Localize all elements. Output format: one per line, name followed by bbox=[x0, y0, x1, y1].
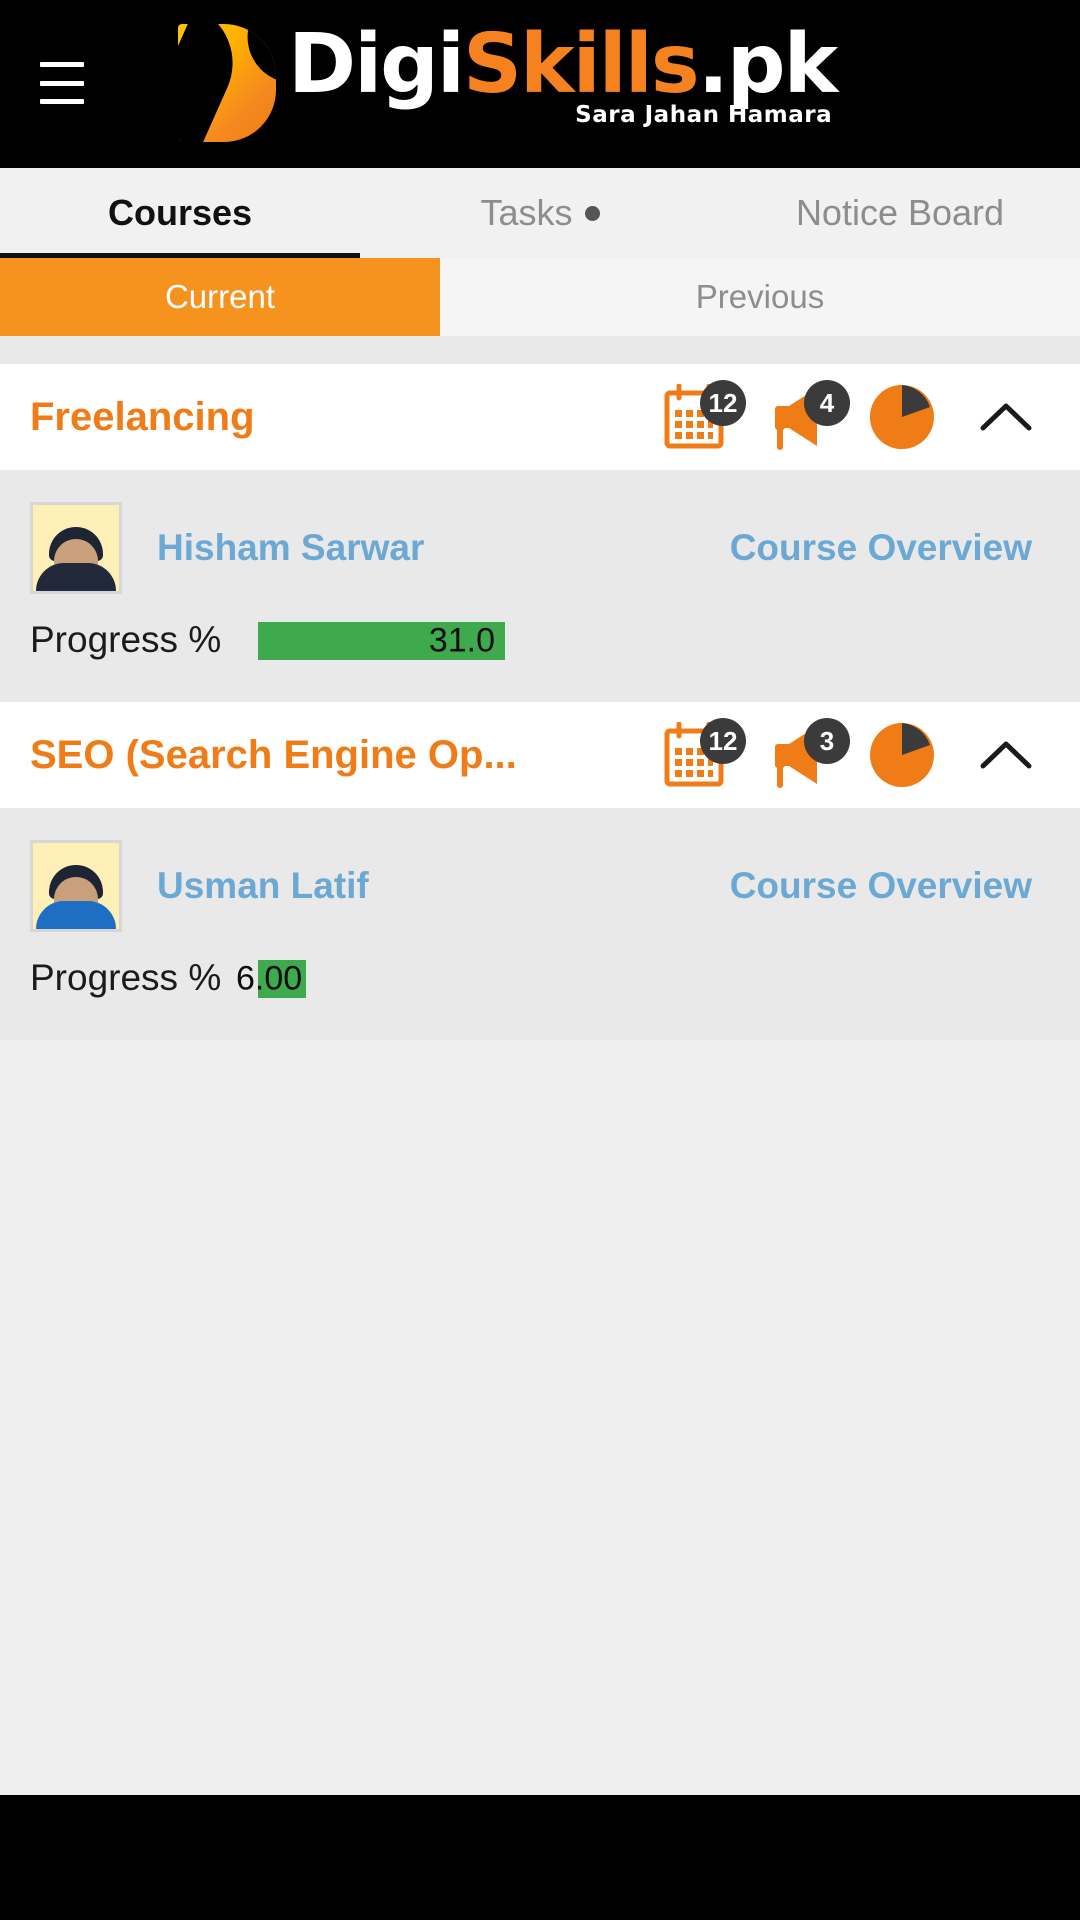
course-header-freelancing[interactable]: Freelancing 12 4 bbox=[0, 364, 1080, 470]
logo-text-digi: Digi bbox=[288, 17, 465, 112]
app-header: DigiSkills.pk Sara Jahan Hamara bbox=[0, 0, 1080, 168]
course-header-actions: 12 3 bbox=[642, 702, 1058, 808]
progress-row: Progress % 6.00 bbox=[0, 942, 1080, 1014]
announcement-badge: 3 bbox=[804, 718, 850, 764]
system-navigation-bar bbox=[0, 1795, 1080, 1920]
course-overview-link[interactable]: Course Overview bbox=[730, 865, 1050, 907]
chevron-up-icon bbox=[980, 741, 1032, 769]
course-title: SEO (Search Engine Op... bbox=[30, 732, 517, 777]
progress-label: Progress % bbox=[30, 957, 222, 998]
logo-wordmark: DigiSkills.pk Sara Jahan Hamara bbox=[288, 24, 838, 127]
empty-content-area bbox=[0, 1040, 1080, 1795]
announcements-button[interactable]: 4 bbox=[746, 364, 850, 470]
pie-chart-icon bbox=[870, 385, 934, 449]
main-tab-bar: Courses Tasks Notice Board bbox=[0, 168, 1080, 258]
course-header-actions: 12 4 bbox=[642, 364, 1058, 470]
pie-chart-icon bbox=[870, 723, 934, 787]
grade-button[interactable] bbox=[850, 364, 954, 470]
logo-mark-icon bbox=[178, 24, 276, 142]
tab-courses[interactable]: Courses bbox=[0, 168, 360, 258]
logo-text-pk: .pk bbox=[697, 17, 838, 112]
calendar-button[interactable]: 12 bbox=[642, 702, 746, 808]
teacher-row: Hisham Sarwar Course Overview bbox=[0, 492, 1080, 604]
subtab-current[interactable]: Current bbox=[0, 258, 440, 336]
progress-track: 31.0 bbox=[258, 622, 505, 660]
teacher-name: Usman Latif bbox=[157, 865, 369, 906]
tab-tasks[interactable]: Tasks bbox=[360, 168, 720, 258]
calendar-badge: 12 bbox=[700, 380, 746, 426]
progress-value: 6.00 bbox=[236, 959, 303, 998]
teacher-row: Usman Latif Course Overview bbox=[0, 830, 1080, 942]
course-body-freelancing: Hisham Sarwar Course Overview Progress %… bbox=[0, 470, 1080, 702]
sub-tab-bar: Current Previous bbox=[0, 258, 1080, 336]
course-body-seo: Usman Latif Course Overview Progress % 6… bbox=[0, 808, 1080, 1040]
grade-button[interactable] bbox=[850, 702, 954, 808]
subtab-previous-label: Previous bbox=[695, 278, 825, 315]
announcements-button[interactable]: 3 bbox=[746, 702, 850, 808]
tab-tasks-label: Tasks bbox=[480, 192, 573, 233]
calendar-button[interactable]: 12 bbox=[642, 364, 746, 470]
course-overview-link[interactable]: Course Overview bbox=[730, 527, 1050, 569]
progress-label: Progress % bbox=[30, 619, 222, 660]
logo-text-skills: Skills bbox=[462, 17, 700, 112]
subtab-current-label: Current bbox=[164, 278, 276, 315]
progress-fill: 6.00 bbox=[236, 960, 306, 998]
avatar bbox=[30, 840, 122, 932]
section-divider bbox=[0, 336, 1080, 364]
tasks-notification-dot-icon bbox=[584, 205, 600, 221]
progress-fill: 31.0 bbox=[258, 622, 505, 660]
progress-value: 31.0 bbox=[428, 621, 495, 660]
subtab-previous[interactable]: Previous bbox=[440, 258, 1080, 336]
tab-courses-label: Courses bbox=[107, 192, 253, 233]
avatar bbox=[30, 502, 122, 594]
digiskills-logo: DigiSkills.pk Sara Jahan Hamara bbox=[178, 24, 838, 146]
progress-row: Progress % 31.0 bbox=[0, 604, 1080, 676]
logo-tagline: Sara Jahan Hamara bbox=[575, 102, 833, 128]
app-root: DigiSkills.pk Sara Jahan Hamara Courses … bbox=[0, 0, 1080, 1920]
progress-track: 6.00 bbox=[236, 960, 306, 998]
course-title: Freelancing bbox=[30, 394, 255, 439]
collapse-toggle[interactable] bbox=[954, 399, 1058, 435]
collapse-toggle[interactable] bbox=[954, 737, 1058, 773]
teacher-name: Hisham Sarwar bbox=[157, 527, 425, 568]
hamburger-menu-icon[interactable] bbox=[40, 62, 84, 104]
tab-notice-board-label: Notice Board bbox=[795, 192, 1005, 233]
tab-notice-board[interactable]: Notice Board bbox=[720, 168, 1080, 258]
chevron-up-icon bbox=[980, 403, 1032, 431]
announcement-badge: 4 bbox=[804, 380, 850, 426]
course-header-seo[interactable]: SEO (Search Engine Op... 12 3 bbox=[0, 702, 1080, 808]
calendar-badge: 12 bbox=[700, 718, 746, 764]
